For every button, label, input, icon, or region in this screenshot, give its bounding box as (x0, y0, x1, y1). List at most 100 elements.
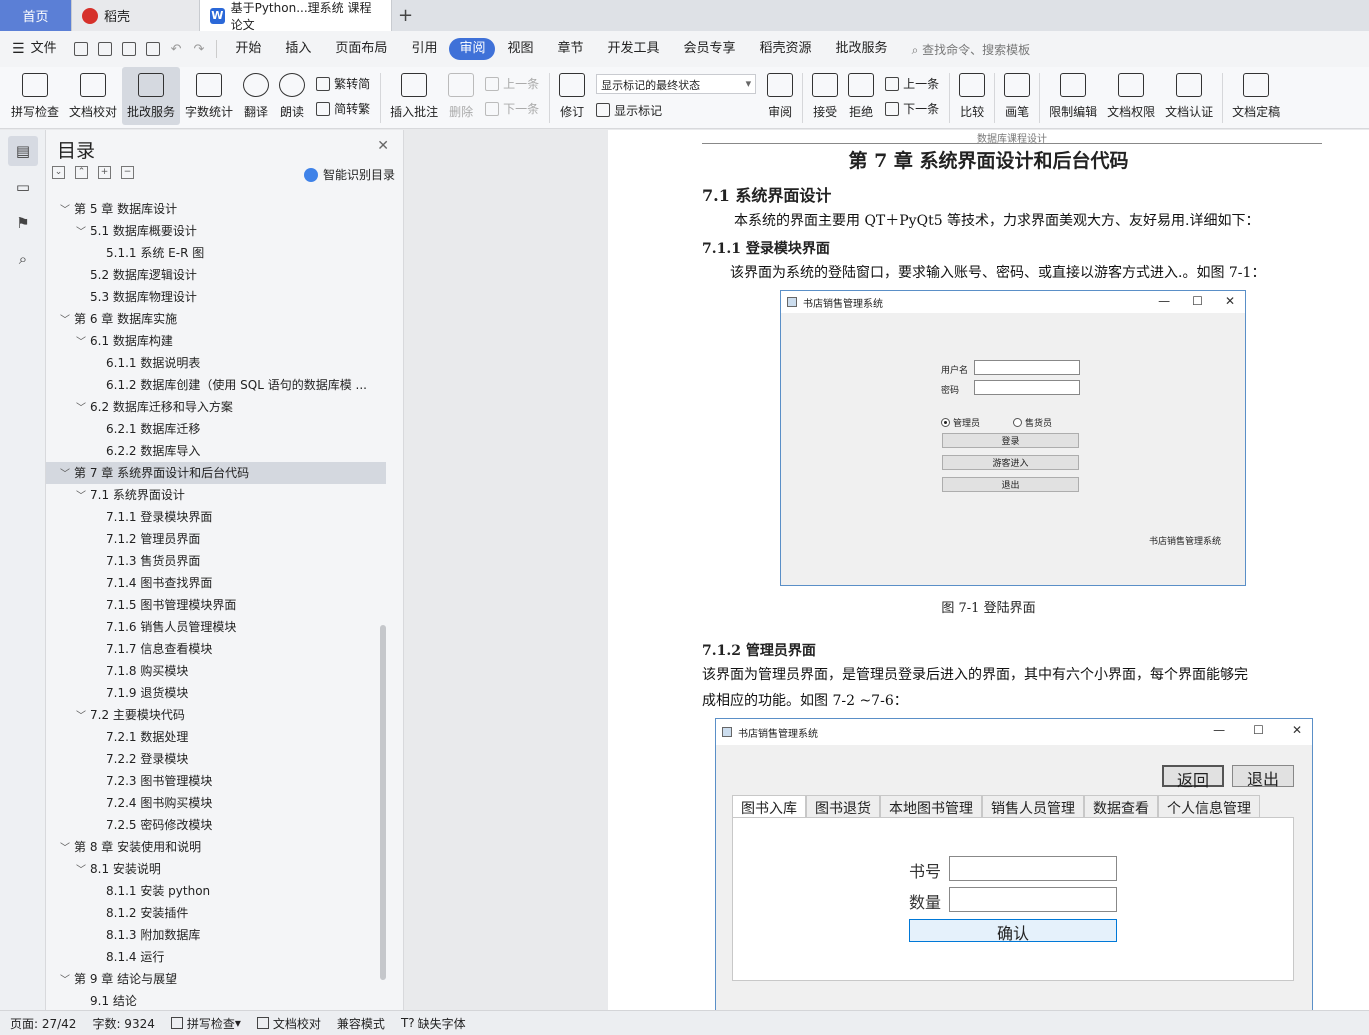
export-icon[interactable] (97, 42, 112, 56)
simp-to-trad-button[interactable]: 简转繁 (316, 100, 370, 117)
tab-document[interactable]: W 基于Python...理系统 课程论文 (200, 0, 392, 32)
chevron-down-icon[interactable]: ﹀ (76, 860, 90, 880)
word-count-button[interactable]: 字数统计 (180, 67, 238, 125)
toc-item[interactable]: 7.2.5 密码修改模块 (46, 814, 386, 836)
status-page[interactable]: 页面: 27/42 (10, 1015, 76, 1032)
read-aloud-button[interactable]: 朗读 (274, 67, 310, 125)
toc-item[interactable]: 5.2 数据库逻辑设计 (46, 264, 386, 286)
proofread-button[interactable]: 文档校对 (64, 67, 122, 125)
chevron-down-icon[interactable]: ﹀ (76, 486, 90, 506)
toc-item[interactable]: 7.1.5 图书管理模块界面 (46, 594, 386, 616)
toc-item[interactable]: ﹀ 第 5 章 数据库设计 (46, 198, 386, 220)
preview-icon[interactable] (145, 42, 160, 56)
toc-scrollbar[interactable] (380, 625, 386, 980)
toc-item[interactable]: ﹀ 第 6 章 数据库实施 (46, 308, 386, 330)
toc-item[interactable]: 6.2.1 数据库迁移 (46, 418, 386, 440)
toc-item[interactable]: 7.2.2 登录模块 (46, 748, 386, 770)
correction-service-button[interactable]: 批改服务 (122, 67, 181, 125)
toc-item[interactable]: 5.1.1 系统 E-R 图 (46, 242, 386, 264)
expand-up-icon[interactable]: ⌃ (75, 166, 88, 179)
close-icon[interactable]: ✕ (377, 138, 389, 154)
remove-heading-icon[interactable]: − (121, 166, 134, 179)
pen-button[interactable]: 画笔 (999, 67, 1035, 125)
chevron-down-icon[interactable]: ﹀ (60, 310, 74, 330)
chevron-down-icon[interactable]: ﹀ (76, 222, 90, 242)
menu-item[interactable]: 插入 (273, 38, 323, 60)
toc-item[interactable]: 5.3 数据库物理设计 (46, 286, 386, 308)
toc-item[interactable]: 9.1 结论 (46, 990, 386, 1010)
tab-daoke[interactable]: 稻壳 (72, 0, 200, 31)
insert-comment-button[interactable]: 插入批注 (385, 67, 443, 125)
revise-button[interactable]: 修订 (554, 67, 590, 125)
show-markup-button[interactable]: 显示标记 (596, 102, 756, 119)
toc-item[interactable]: 6.1.1 数据说明表 (46, 352, 386, 374)
tab-home[interactable]: 首页 (0, 0, 72, 31)
translate-button[interactable]: 翻译 (238, 67, 274, 125)
toc-item[interactable]: ﹀ 7.1 系统界面设计 (46, 484, 386, 506)
collapse-all-icon[interactable]: ⌄ (52, 166, 65, 179)
doc-permission-button[interactable]: 文档权限 (1102, 67, 1160, 125)
toc-item[interactable]: ﹀ 第 8 章 安装使用和说明 (46, 836, 386, 858)
status-missing-font[interactable]: T? 缺失字体 (401, 1015, 466, 1032)
reject-button[interactable]: 拒绝 (843, 67, 879, 125)
undo-icon[interactable]: ↶ (171, 42, 182, 57)
prev-change-button[interactable]: 上一条 (885, 75, 939, 92)
status-compat[interactable]: 兼容模式 (337, 1015, 385, 1032)
smart-toc-button[interactable]: 智能识别目录 (303, 166, 395, 183)
toc-item[interactable]: 7.1.9 退货模块 (46, 682, 386, 704)
menu-item[interactable]: 审阅 (449, 38, 496, 60)
toc-item[interactable]: 7.2.4 图书购买模块 (46, 792, 386, 814)
chevron-down-icon[interactable]: ﹀ (60, 970, 74, 990)
chevron-down-icon[interactable]: ﹀ (60, 464, 74, 484)
toc-item[interactable]: 8.1.2 安装插件 (46, 902, 386, 924)
next-comment-button[interactable]: 下一条 (485, 100, 539, 117)
trad-to-simp-button[interactable]: 繁转简 (316, 75, 370, 92)
toc-item[interactable]: 8.1.3 附加数据库 (46, 924, 386, 946)
spell-check-button[interactable]: 拼写检查 (6, 67, 64, 125)
new-tab-icon[interactable]: + (392, 0, 419, 31)
toc-item[interactable]: 7.1.2 管理员界面 (46, 528, 386, 550)
toc-icon[interactable]: ▤ (8, 136, 38, 166)
accept-button[interactable]: 接受 (807, 67, 843, 125)
toc-item[interactable]: 7.1.6 销售人员管理模块 (46, 616, 386, 638)
chevron-down-icon[interactable]: ﹀ (76, 398, 90, 418)
document-page[interactable]: 数据库课程设计 第 7 章 系统界面设计和后台代码 7.1 系统界面设计 本系统… (608, 130, 1369, 1010)
search-icon[interactable]: ⌕ (8, 244, 38, 274)
review-pane-button[interactable]: 审阅 (762, 67, 798, 125)
menu-item[interactable]: 会员专享 (672, 38, 748, 60)
markup-state-select[interactable]: 显示标记的最终状态 (596, 73, 757, 94)
toc-item[interactable]: 6.2.2 数据库导入 (46, 440, 386, 462)
chevron-down-icon[interactable]: ﹀ (60, 838, 74, 858)
menu-item[interactable]: 视图 (495, 38, 545, 60)
toc-item[interactable]: 8.1.1 安装 python (46, 880, 386, 902)
compare-button[interactable]: 比较 (954, 67, 990, 125)
doc-cert-button[interactable]: 文档认证 (1160, 67, 1218, 125)
command-search[interactable]: ⌕ 查找命令、搜索模板 (912, 41, 1031, 58)
toc-item[interactable]: 7.1.3 售货员界面 (46, 550, 386, 572)
delete-comment-button[interactable]: 删除 (443, 67, 479, 125)
hamburger-icon[interactable]: ☰ (12, 41, 25, 57)
navigation-icon[interactable]: ▭ (8, 172, 38, 202)
bookmark-icon[interactable]: ⚑ (8, 208, 38, 238)
toc-item[interactable]: ﹀ 7.2 主要模块代码 (46, 704, 386, 726)
status-proof[interactable]: 文档校对 (256, 1015, 321, 1032)
status-words[interactable]: 字数: 9324 (92, 1015, 154, 1032)
restrict-edit-button[interactable]: 限制编辑 (1044, 67, 1102, 125)
menu-item[interactable]: 页面布局 (323, 38, 399, 60)
save-icon[interactable] (73, 42, 88, 56)
toc-item[interactable]: 7.1.4 图书查找界面 (46, 572, 386, 594)
menu-item[interactable]: 开始 (223, 38, 273, 60)
toc-item[interactable]: ﹀ 5.1 数据库概要设计 (46, 220, 386, 242)
menu-item[interactable]: 章节 (545, 38, 595, 60)
redo-icon[interactable]: ↷ (193, 42, 204, 57)
toc-item[interactable]: 7.1.7 信息查看模块 (46, 638, 386, 660)
prev-comment-button[interactable]: 上一条 (485, 75, 539, 92)
toc-item[interactable]: 7.2.1 数据处理 (46, 726, 386, 748)
next-change-button[interactable]: 下一条 (885, 100, 939, 117)
menu-item[interactable]: 批改服务 (824, 38, 900, 60)
chevron-down-icon[interactable]: ﹀ (60, 200, 74, 220)
toc-item[interactable]: ﹀ 6.2 数据库迁移和导入方案 (46, 396, 386, 418)
doc-final-button[interactable]: 文档定稿 (1227, 67, 1285, 125)
toc-item[interactable]: 7.2.3 图书管理模块 (46, 770, 386, 792)
toc-item[interactable]: ﹀ 6.1 数据库构建 (46, 330, 386, 352)
